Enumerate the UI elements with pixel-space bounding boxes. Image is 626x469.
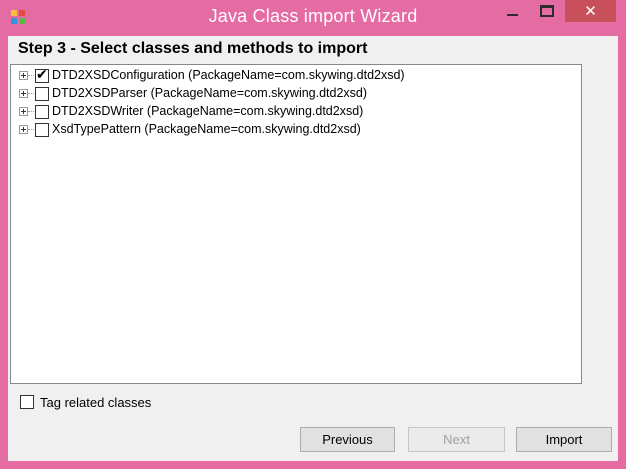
wizard-body: Step 3 - Select classes and methods to i… [8,36,618,461]
checkmark-icon: ✔ [36,67,48,83]
maximize-button[interactable] [530,0,564,22]
tree-item[interactable]: DTD2XSDWriter (PackageName=com.skywing.d… [11,103,571,121]
previous-button[interactable]: Previous [300,427,395,452]
tree-item[interactable]: XsdTypePattern (PackageName=com.skywing.… [11,121,571,139]
wizard-window: Java Class import Wizard ✕ Step 3 - Sele… [0,0,626,469]
expand-plus-icon[interactable] [19,89,28,98]
tree-item-checkbox[interactable]: ✔ [35,67,49,83]
close-icon: ✕ [584,2,597,20]
minimize-button[interactable] [496,0,530,22]
class-tree[interactable]: ✔ DTD2XSDConfiguration (PackageName=com.… [10,64,582,384]
expand-plus-icon[interactable] [19,125,28,134]
tree-item-label[interactable]: DTD2XSDWriter (PackageName=com.skywing.d… [52,104,363,118]
tree-item-label[interactable]: XsdTypePattern (PackageName=com.skywing.… [52,122,361,136]
import-button[interactable]: Import [516,427,612,452]
tree-item-checkbox[interactable] [35,87,49,101]
tree-item-label[interactable]: DTD2XSDParser (PackageName=com.skywing.d… [52,86,367,100]
tag-related-checkbox[interactable] [20,395,34,409]
tree-connector [28,75,34,76]
expand-plus-icon[interactable] [19,107,28,116]
tree-item-label[interactable]: DTD2XSDConfiguration (PackageName=com.sk… [52,68,405,82]
minimize-icon [507,14,518,16]
tree-item[interactable]: DTD2XSDParser (PackageName=com.skywing.d… [11,85,571,103]
tree-item[interactable]: ✔ DTD2XSDConfiguration (PackageName=com.… [11,67,571,85]
tree-item-checkbox[interactable] [35,105,49,119]
tree-item-checkbox[interactable] [35,123,49,137]
close-button[interactable]: ✕ [565,0,616,22]
maximize-icon [540,5,554,17]
expand-plus-icon[interactable] [19,71,28,80]
step-title: Step 3 - Select classes and methods to i… [18,40,368,57]
tree-connector [28,111,34,112]
tree-connector [28,129,34,130]
tree-connector [28,93,34,94]
title-bar[interactable]: Java Class import Wizard ✕ [0,0,626,36]
next-button[interactable]: Next [408,427,505,452]
tag-related-label[interactable]: Tag related classes [40,395,151,410]
